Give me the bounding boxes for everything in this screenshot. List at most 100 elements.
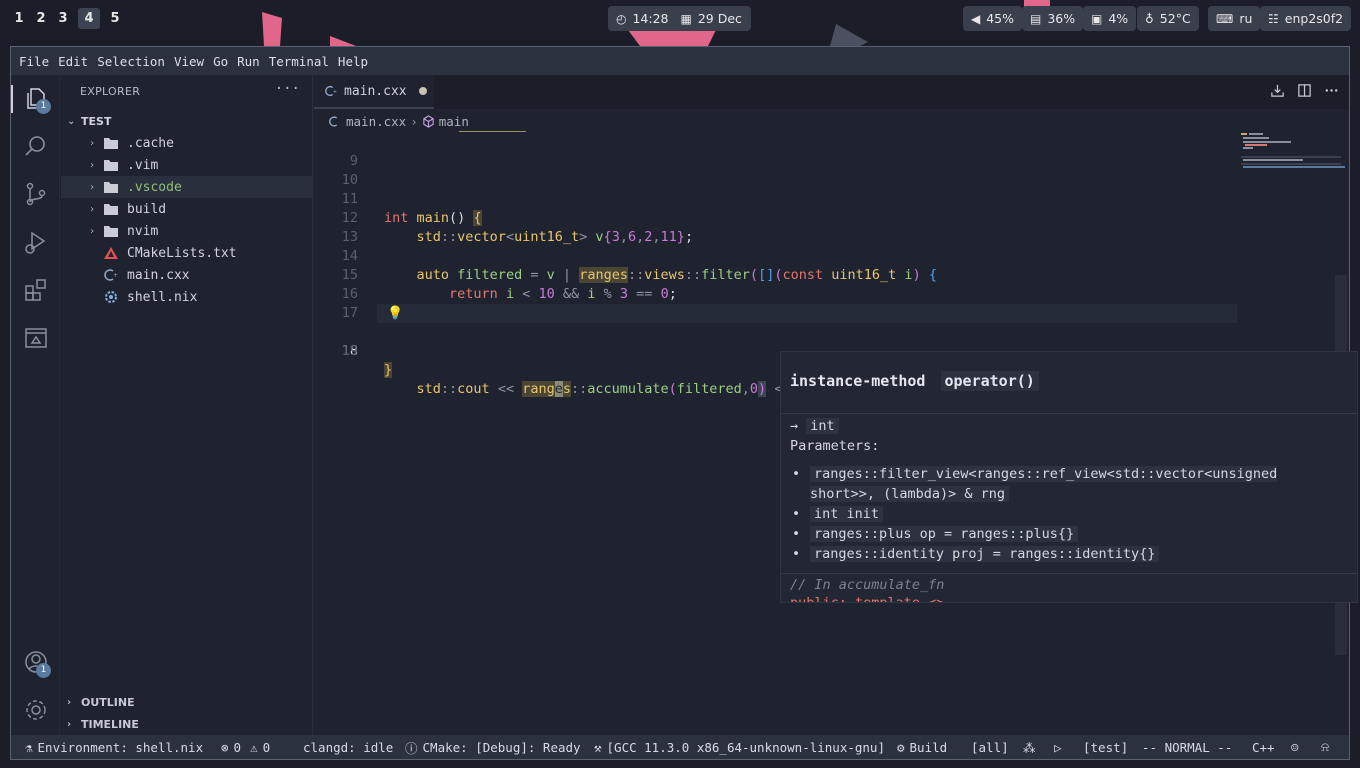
settings-button[interactable] — [23, 697, 49, 723]
line-number: 19 — [341, 343, 358, 359]
outline-section[interactable]: › OUTLINE — [61, 691, 312, 713]
hover-param: ranges::filter_view<ranges::ref_view<std… — [790, 464, 1310, 504]
status-mode-label: -- NORMAL -- — [1142, 739, 1233, 755]
clock-date: 29 Dec — [697, 11, 742, 26]
lightbulb-icon[interactable]: 💡 — [387, 304, 403, 323]
more-actions-icon[interactable] — [1324, 83, 1339, 98]
tree-item-label: .cache — [127, 135, 174, 151]
tree-item-cmakelists[interactable]: CMakeLists.txt — [61, 242, 312, 264]
tree-item-label: .vscode — [127, 179, 182, 195]
tree-item-main-cxx[interactable]: + main.cxx — [61, 264, 312, 286]
cpu-widget[interactable]: ▣ 4% — [1083, 6, 1137, 31]
status-problems[interactable]: ⊗ 0 ⚠ 0 — [221, 735, 270, 759]
status-environment[interactable]: ⚗ Environment: shell.nix — [25, 735, 203, 759]
keyboard-widget[interactable]: ⌨ ru — [1208, 6, 1261, 31]
menu-edit[interactable]: Edit — [57, 54, 93, 69]
cube-icon — [423, 114, 434, 128]
workspace-5[interactable]: 5 — [104, 8, 126, 29]
chevron-down-icon: ⌄ — [67, 115, 76, 127]
search-icon — [25, 136, 45, 156]
code-line: 11 int main() { — [314, 171, 1349, 226]
folder-icon — [104, 160, 118, 171]
hover-param-text: ranges::plus op = ranges::plus{} — [810, 526, 1079, 542]
git-branch-icon — [26, 182, 46, 206]
menu-view[interactable]: View — [173, 54, 209, 69]
status-clangd[interactable]: clangd: idle — [303, 735, 393, 759]
run-debug-button[interactable] — [23, 229, 49, 255]
info-icon: ⓘ — [405, 740, 418, 756]
tab-bar: + main.cxx — [314, 75, 1349, 109]
status-launch-target[interactable]: [test] — [1083, 735, 1128, 759]
workspace-2[interactable]: 2 — [30, 8, 52, 29]
status-cmake[interactable]: ⓘ CMake: [Debug]: Ready — [405, 735, 581, 759]
memory-widget[interactable]: ▤ 36% — [1022, 6, 1084, 31]
memory-value: 36% — [1047, 11, 1076, 26]
remote-explorer-button[interactable] — [23, 325, 49, 351]
hover-param: ranges::plus op = ranges::plus{} — [790, 524, 1310, 544]
unsaved-dot-icon[interactable] — [418, 87, 427, 95]
tree-item-nvim[interactable]: › nvim — [61, 220, 312, 242]
download-icon[interactable] — [1270, 83, 1285, 98]
status-debug-button[interactable]: ⁂ — [1023, 735, 1036, 759]
extensions-button[interactable] — [23, 277, 49, 303]
tools-icon: ⚒ — [594, 739, 602, 755]
hover-param: int init — [790, 504, 1310, 524]
hover-return: → int — [790, 418, 839, 434]
search-button[interactable] — [23, 133, 49, 159]
tree-item-vscode[interactable]: › .vscode — [61, 176, 312, 198]
workspace-root-label: TEST — [81, 114, 112, 128]
chevron-right-icon: › — [67, 696, 72, 708]
network-name: enp2s0f2 — [1284, 11, 1344, 26]
gear-icon: ⚙ — [897, 739, 905, 755]
bell-icon: ⍾ — [1321, 739, 1330, 754]
keyboard-icon: ⌨ — [1216, 11, 1234, 26]
warning-count: 0 — [262, 739, 271, 755]
status-feedback[interactable]: ☺ — [1291, 735, 1299, 759]
status-kit[interactable]: ⚒ [GCC 11.3.0 x86_64-unknown-linux-gnu] — [594, 735, 885, 759]
status-target-label: [all] — [971, 739, 1009, 755]
menu-selection[interactable]: Selection — [96, 54, 170, 69]
arrow-right-icon: → — [790, 418, 799, 434]
calendar-icon: ▦ — [680, 11, 692, 26]
menu-terminal[interactable]: Terminal — [268, 54, 334, 69]
source-control-button[interactable] — [23, 181, 49, 207]
keyboard-layout: ru — [1239, 11, 1253, 26]
clock-widget[interactable]: ◴ 14:28 ▦ 29 Dec — [608, 6, 751, 31]
tree-item-cache[interactable]: › .cache — [61, 132, 312, 154]
code-line: 15 return i < 10 && i % 3 == 0; — [314, 247, 1349, 302]
play-icon: ▷ — [1054, 739, 1062, 755]
code-line: 16 }); — [314, 266, 1349, 321]
status-run-button[interactable]: ▷ — [1054, 735, 1062, 759]
temperature-widget[interactable]: ♁ 52°C — [1137, 6, 1199, 31]
volume-widget[interactable]: ◀ 45% — [963, 6, 1023, 31]
cpu-value: 4% — [1108, 11, 1129, 26]
minimap[interactable] — [1241, 133, 1345, 173]
code-line-current: 18 💡 std::cout << ranges::accumulate(fil… — [314, 304, 1349, 397]
explorer-more-button[interactable]: ··· — [275, 81, 300, 97]
tree-item-vim[interactable]: › .vim — [61, 154, 312, 176]
hover-tooltip: instance-method operator() → int Paramet… — [780, 351, 1358, 603]
menu-file[interactable]: File — [18, 54, 54, 69]
workspace-1[interactable]: 1 — [8, 8, 30, 29]
tab-main-cxx[interactable]: + main.cxx — [314, 75, 434, 109]
workspace-4[interactable]: 4 — [78, 8, 100, 29]
workspace-3[interactable]: 3 — [52, 8, 74, 29]
status-build[interactable]: ⚙ Build — [897, 735, 947, 759]
tree-item-shell-nix[interactable]: shell.nix — [61, 286, 312, 308]
menu-go[interactable]: Go — [212, 54, 233, 69]
hover-param-text: int init — [810, 506, 884, 522]
status-language[interactable]: C++ — [1252, 735, 1275, 759]
breadcrumb-symbol[interactable]: main — [439, 114, 469, 129]
status-notifications[interactable]: ⍾ — [1321, 735, 1329, 759]
timeline-section[interactable]: › TIMELINE — [61, 713, 312, 735]
workspace-root[interactable]: ⌄ TEST — [61, 110, 312, 132]
breadcrumb-file[interactable]: main.cxx — [346, 114, 406, 129]
cpp-file-icon — [329, 115, 338, 127]
split-editor-icon[interactable] — [1297, 83, 1312, 98]
network-widget[interactable]: ☷ enp2s0f2 — [1260, 6, 1352, 31]
remote-explorer-icon — [25, 328, 47, 348]
menu-run[interactable]: Run — [236, 54, 265, 69]
tree-item-build[interactable]: › build — [61, 198, 312, 220]
status-build-target[interactable]: [all] — [971, 735, 1009, 759]
menu-help[interactable]: Help — [337, 54, 373, 69]
